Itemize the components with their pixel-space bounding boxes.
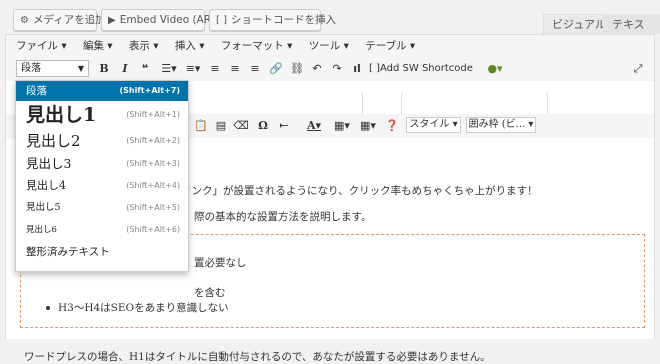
text-color-button[interactable]: A▾ [302, 117, 326, 135]
format-option-h3[interactable]: 見出し3 (Shift+Alt+3) [16, 153, 188, 175]
unlink-icon[interactable]: ⛓ [289, 60, 305, 78]
add-sw-shortcode-label: Add SW Shortcode [379, 63, 473, 74]
menu-format[interactable]: フォーマット ▾ [221, 40, 293, 52]
embed-video-button[interactable]: ▶ Embed Video (ARVE) [101, 9, 228, 31]
align-left-icon[interactable]: ≡ [207, 60, 223, 78]
leaf-icon[interactable]: ●▾ [483, 60, 507, 78]
shortcode-bracket-icon: [ ] [369, 63, 380, 74]
format-option-paragraph[interactable]: 段落 (Shift+Alt+7) [16, 81, 188, 101]
format-option-label: 見出し2 [26, 132, 81, 150]
add-media-label: メディアを追加 [32, 14, 106, 26]
numbered-list-button[interactable]: ≡▾ [183, 60, 203, 78]
format-option-label: 段落 [26, 85, 47, 97]
format-option-shortcut: (Shift+Alt+7) [119, 86, 180, 95]
redo-icon[interactable]: ↷ [329, 60, 345, 78]
paragraph-line-1: リンク」が設置されるようになり、クリック率もめちゃくちゃ上がります！ [181, 185, 538, 197]
format-option-preformatted[interactable]: 整形済みテキスト [16, 241, 188, 263]
format-option-shortcut: (Shift+Alt+2) [126, 136, 180, 145]
format-option-label: 見出し1 [26, 104, 97, 126]
menu-table[interactable]: テーブル ▾ [365, 40, 415, 52]
box-line-1: 置必要なし [194, 257, 247, 269]
chart-icon[interactable]: ıl [349, 60, 365, 78]
add-sw-shortcode-button[interactable]: [ ]Add SW Shortcode [369, 60, 479, 78]
text-color-label: A [306, 119, 316, 132]
chevron-down-icon: ▼ [77, 64, 84, 73]
style-dropdown[interactable]: スタイル ▾ [406, 117, 461, 133]
format-option-shortcut: (Shift+Alt+6) [126, 225, 180, 234]
blockquote-button[interactable]: ❝ [137, 60, 153, 78]
align-right-icon[interactable]: ≡ [247, 60, 263, 78]
format-option-label: 整形済みテキスト [26, 246, 110, 258]
box-line-3: H3〜H4はSEOをあまり意識しない [58, 302, 229, 314]
undo-icon[interactable]: ↶ [309, 60, 325, 78]
italic-button[interactable]: I [117, 60, 133, 78]
fullscreen-icon[interactable]: ⤢ [630, 60, 646, 78]
format-select[interactable]: 段落 ▼ [16, 60, 89, 77]
format-option-h2[interactable]: 見出し2 (Shift+Alt+2) [16, 129, 188, 153]
bold-button[interactable]: B [96, 60, 112, 78]
media-icon: ⚙ [20, 15, 29, 26]
align-center-icon[interactable]: ≡ [227, 60, 243, 78]
format-option-shortcut: (Shift+Alt+4) [126, 181, 180, 190]
tab-text[interactable]: テキスト [603, 14, 660, 51]
format-option-label: 見出し3 [26, 156, 72, 171]
eraser-icon[interactable]: ⌫ [233, 117, 249, 135]
paste-text-icon[interactable]: 📋 [193, 117, 209, 135]
editor-menubar: ファイル ▾ 編集 ▾ 表示 ▾ 挿入 ▾ フォーマット ▾ ツール ▾ テーブ… [6, 35, 654, 57]
box-line-2: を含む [194, 287, 226, 299]
format-option-h5[interactable]: 見出し5 (Shift+Alt+5) [16, 197, 188, 219]
format-option-shortcut: (Shift+Alt+3) [126, 159, 180, 168]
table-grid-icon[interactable]: ▦▾ [358, 117, 378, 135]
menu-tools[interactable]: ツール ▾ [309, 40, 349, 52]
kakomi-dropdown[interactable]: 囲み枠 (ビ... ▾ [466, 117, 536, 133]
format-option-shortcut: (Shift+Alt+1) [126, 110, 180, 119]
format-option-shortcut: (Shift+Alt+5) [126, 203, 180, 212]
help-icon[interactable]: ❓ [384, 117, 400, 135]
bullet-list-button[interactable]: ☰▾ [159, 60, 179, 78]
insert-shortcode-button[interactable]: [ ] ショートコードを挿入 [209, 9, 336, 31]
paragraph-line-2: 際の基本的な設置方法を説明します。 [194, 211, 372, 223]
format-option-h6[interactable]: 見出し6 (Shift+Alt+6) [16, 219, 188, 241]
format-dropdown-menu: 段落 (Shift+Alt+7) 見出し1 (Shift+Alt+1) 見出し2… [15, 80, 189, 272]
bottom-paragraph: ワードプレスの場合、H1はタイトルに自動付与されるので、あなたが設置する必要はあ… [24, 351, 491, 363]
format-option-label: 見出し6 [26, 225, 57, 235]
format-option-h4[interactable]: 見出し4 (Shift+Alt+4) [16, 175, 188, 197]
format-option-h1[interactable]: 見出し1 (Shift+Alt+1) [16, 101, 188, 129]
format-option-label: 見出し5 [26, 202, 61, 213]
bullet-marker [46, 306, 50, 310]
clipboard-icon[interactable]: ▤ [213, 117, 229, 135]
menu-edit[interactable]: 編集 ▾ [83, 40, 113, 52]
menu-insert[interactable]: 挿入 ▾ [175, 40, 205, 52]
outdent-icon[interactable]: ⇤ [276, 117, 292, 135]
add-media-button[interactable]: ⚙ メディアを追加 [13, 9, 106, 31]
table-icon[interactable]: ▦▾ [332, 117, 352, 135]
menu-file[interactable]: ファイル ▾ [16, 40, 67, 52]
special-char-button[interactable]: Ω [255, 117, 271, 135]
format-select-value: 段落 [21, 63, 41, 74]
link-icon[interactable]: 🔗 [268, 60, 284, 78]
video-icon: ▶ [108, 15, 116, 26]
toolbar-row-1: 段落 ▼ B I ❝ ☰▾ ≡▾ ≡ ≡ ≡ 🔗 ⛓ ↶ ↷ ıl [ ]Add… [6, 57, 654, 81]
shortcode-icon: [ ] [216, 15, 227, 26]
menu-view[interactable]: 表示 ▾ [129, 40, 159, 52]
media-button-bar: ⚙ メディアを追加 ▶ Embed Video (ARVE) [ ] ショートコードを… [0, 0, 660, 51]
insert-shortcode-label: ショートコードを挿入 [230, 14, 336, 26]
format-option-label: 見出し4 [26, 179, 66, 192]
